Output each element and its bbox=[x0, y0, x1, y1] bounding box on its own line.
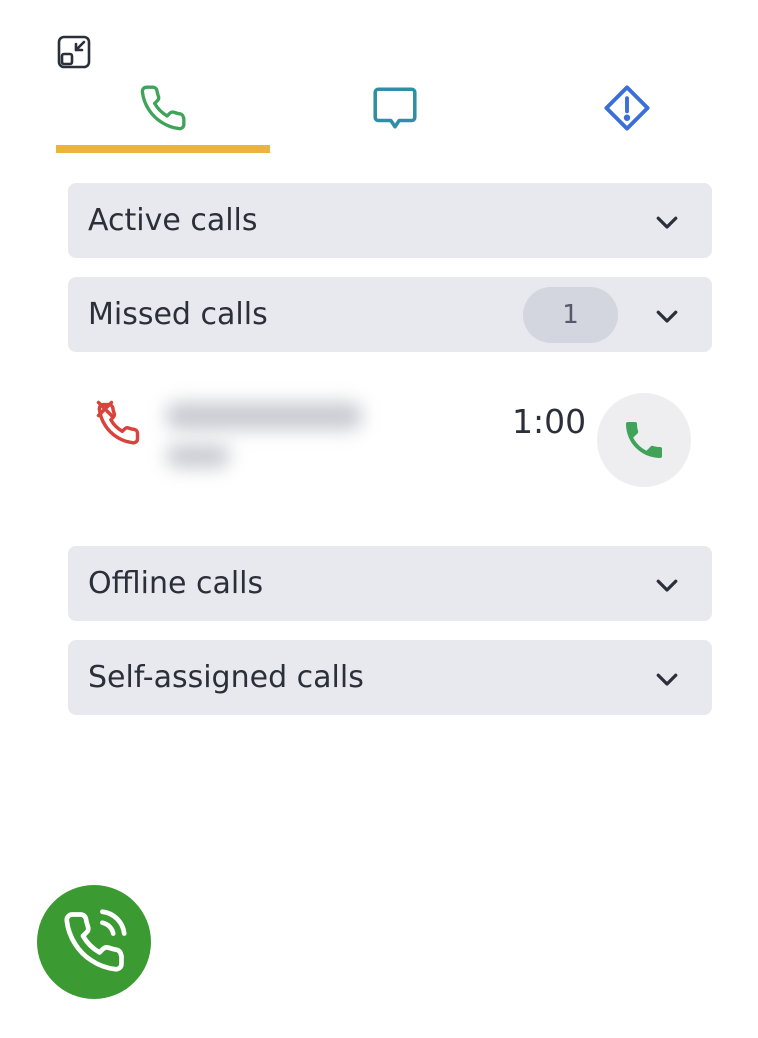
phone-icon bbox=[626, 422, 662, 458]
section-label: Self-assigned calls bbox=[88, 660, 364, 695]
warning-diamond-icon bbox=[604, 85, 650, 131]
section-active-calls[interactable]: Active calls bbox=[68, 183, 712, 258]
section-label: Active calls bbox=[88, 203, 258, 238]
phone-fab-button[interactable] bbox=[37, 885, 151, 999]
section-offline-calls[interactable]: Offline calls bbox=[68, 546, 712, 621]
missed-call-icon bbox=[92, 396, 144, 448]
phone-ringing-icon bbox=[64, 909, 127, 972]
tab-chat[interactable] bbox=[290, 78, 500, 138]
tab-alerts[interactable] bbox=[520, 78, 734, 138]
caller-info-redacted bbox=[152, 392, 378, 478]
callback-button[interactable] bbox=[597, 393, 691, 487]
chevron-down-icon bbox=[656, 673, 678, 686]
section-label: Missed calls bbox=[88, 297, 268, 332]
section-label: Offline calls bbox=[88, 566, 264, 601]
section-missed-calls[interactable]: Missed calls 1 bbox=[68, 277, 712, 352]
chevron-down-icon bbox=[656, 216, 678, 229]
chat-bubble-icon bbox=[373, 87, 417, 129]
chevron-down-icon bbox=[656, 579, 678, 592]
tab-calls[interactable] bbox=[56, 78, 270, 138]
missed-count-badge: 1 bbox=[523, 287, 618, 343]
call-duration: 1:00 bbox=[512, 402, 587, 441]
phone-icon bbox=[140, 85, 186, 131]
chevron-down-icon bbox=[656, 310, 678, 323]
section-self-assigned-calls[interactable]: Self-assigned calls bbox=[68, 640, 712, 715]
minimize-icon[interactable] bbox=[56, 34, 92, 70]
active-tab-indicator bbox=[56, 145, 270, 153]
